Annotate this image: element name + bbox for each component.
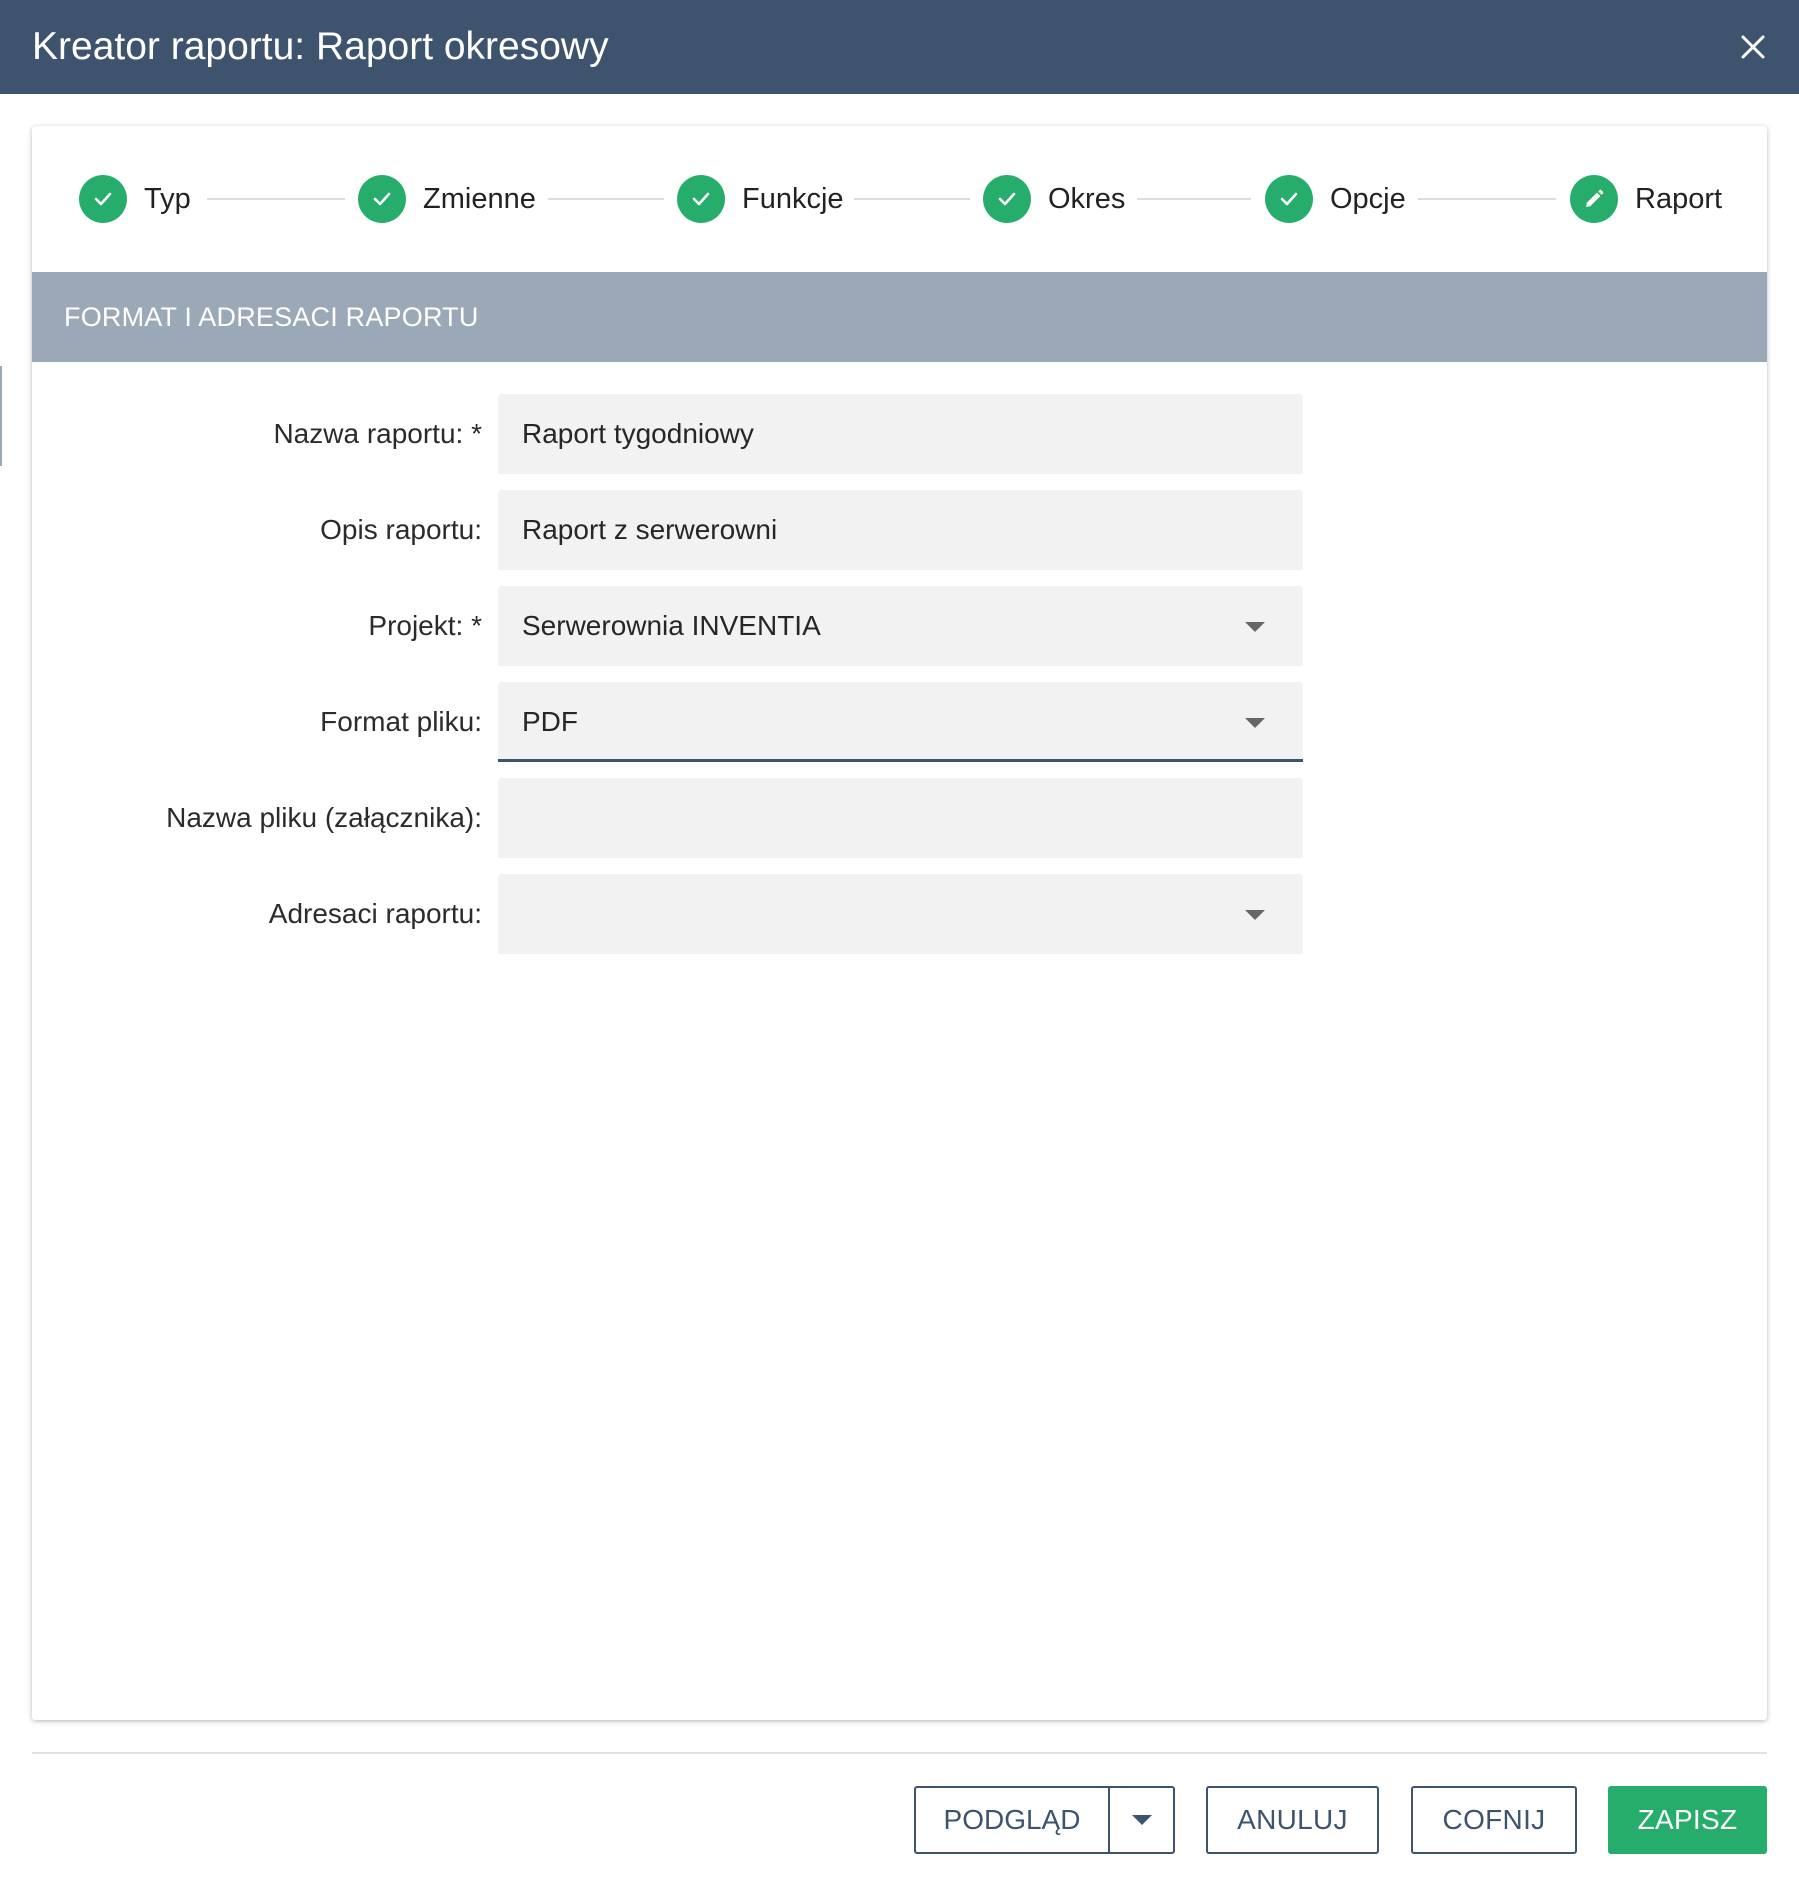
file-name-input[interactable] (498, 778, 1303, 858)
step-opcje[interactable]: Opcje (1265, 126, 1406, 272)
step-okres[interactable]: Okres (983, 126, 1125, 272)
cancel-button[interactable]: ANULUJ (1206, 1786, 1379, 1854)
recipients-row: Adresaci raportu: (32, 874, 1767, 954)
close-icon[interactable] (1735, 29, 1771, 65)
report-description-row: Opis raportu: Raport z serwerowni (32, 490, 1767, 570)
step-connector (207, 198, 345, 200)
step-label: Raport (1635, 182, 1723, 215)
chevron-down-icon (1245, 622, 1265, 632)
preview-dropdown-button[interactable] (1110, 1788, 1173, 1852)
project-label: Projekt: * (368, 610, 482, 641)
chevron-down-icon (1245, 718, 1265, 728)
file-format-select[interactable]: PDF (498, 682, 1303, 762)
step-label: Zmienne (423, 182, 536, 215)
chevron-down-icon (1131, 1815, 1152, 1825)
project-select[interactable]: Serwerownia INVENTIA (498, 586, 1303, 666)
step-zmienne[interactable]: Zmienne (358, 126, 536, 272)
report-description-label: Opis raportu: (320, 514, 482, 545)
step-connector (1418, 198, 1556, 200)
dialog-titlebar: Kreator raportu: Raport okresowy (0, 0, 1799, 94)
pencil-icon (1570, 175, 1618, 223)
step-connector (548, 198, 664, 200)
report-description-value: Raport z serwerowni (522, 514, 778, 545)
step-label: Opcje (1330, 182, 1406, 215)
footer-divider (32, 1752, 1767, 1754)
file-format-label: Format pliku: (320, 706, 482, 737)
file-format-row: Format pliku: PDF (32, 682, 1767, 762)
step-connector (1137, 198, 1251, 200)
file-format-value: PDF (522, 706, 578, 737)
step-raport[interactable]: Raport (1570, 126, 1722, 272)
recipients-select[interactable] (498, 874, 1303, 954)
section-header: FORMAT I ADRESACI RAPORTU (32, 272, 1767, 362)
project-value: Serwerownia INVENTIA (522, 610, 821, 641)
project-row: Projekt: * Serwerownia INVENTIA (32, 586, 1767, 666)
check-icon (358, 175, 406, 223)
edge-indicator (0, 366, 2, 466)
report-name-label: Nazwa raportu: * (273, 418, 482, 449)
report-name-input[interactable]: Raport tygodniowy (498, 394, 1303, 474)
step-label: Funkcje (742, 182, 844, 215)
section-title: FORMAT I ADRESACI RAPORTU (64, 302, 479, 332)
report-name-value: Raport tygodniowy (522, 418, 754, 449)
save-button[interactable]: ZAPISZ (1608, 1786, 1767, 1854)
step-label: Okres (1048, 182, 1126, 215)
file-name-row: Nazwa pliku (załącznika): (32, 778, 1767, 858)
step-typ[interactable]: Typ (79, 126, 191, 272)
stepper: Typ Zmienne Funkcje Okres Opcje Raport (32, 126, 1767, 272)
back-button[interactable]: COFNIJ (1411, 1786, 1577, 1854)
step-label: Typ (144, 182, 191, 215)
step-funkcje[interactable]: Funkcje (677, 126, 844, 272)
chevron-down-icon (1245, 910, 1265, 920)
wizard-card: Typ Zmienne Funkcje Okres Opcje Raport F… (32, 126, 1767, 1720)
report-description-input[interactable]: Raport z serwerowni (498, 490, 1303, 570)
check-icon (983, 175, 1031, 223)
step-connector (854, 198, 970, 200)
dialog-title: Kreator raportu: Raport okresowy (32, 25, 609, 68)
preview-button[interactable]: PODGLĄD (916, 1788, 1108, 1852)
check-icon (79, 175, 127, 223)
preview-split-button: PODGLĄD (914, 1786, 1175, 1854)
file-name-label: Nazwa pliku (załącznika): (166, 802, 482, 833)
recipients-label: Adresaci raportu: (268, 898, 482, 929)
report-name-row: Nazwa raportu: * Raport tygodniowy (32, 394, 1767, 474)
check-icon (1265, 175, 1313, 223)
check-icon (677, 175, 725, 223)
